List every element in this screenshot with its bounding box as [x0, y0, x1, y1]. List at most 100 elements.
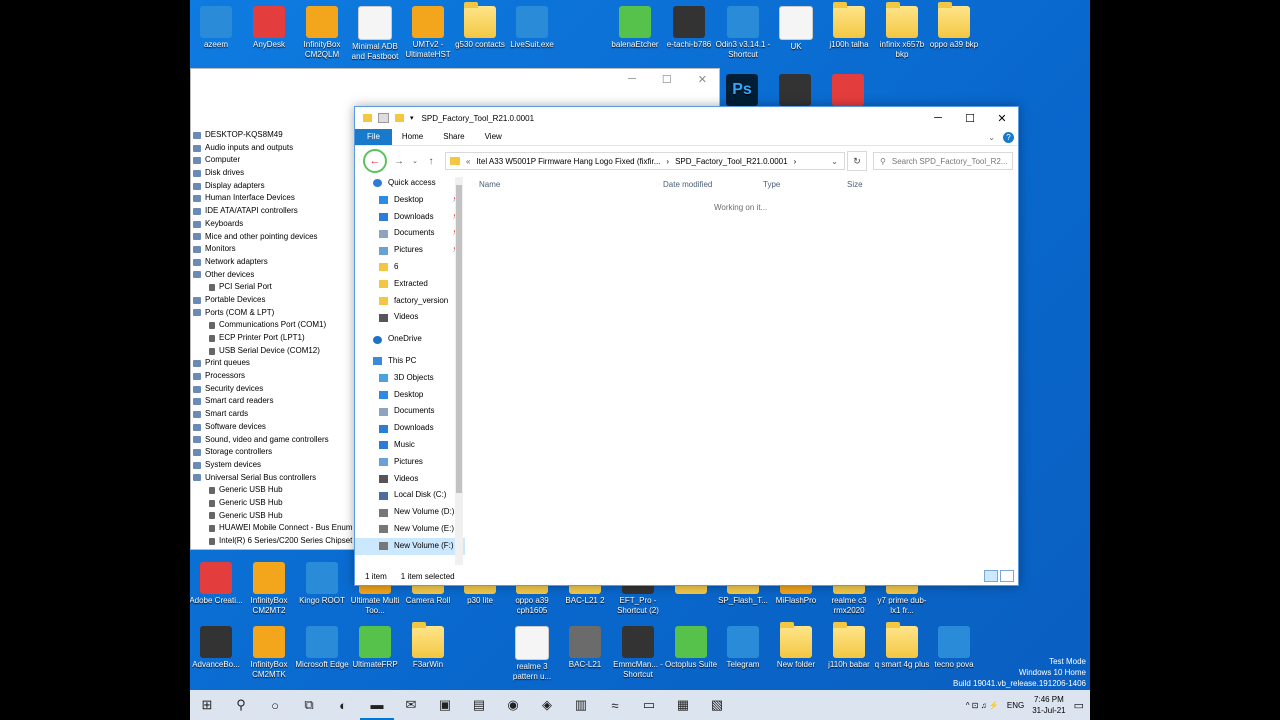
- column-name[interactable]: Name: [469, 180, 653, 189]
- address-bar[interactable]: « Itel A33 W5001P Firmware Hang Logo Fix…: [445, 152, 845, 170]
- desktop-icon[interactable]: AdvanceBo...: [190, 626, 244, 670]
- help-icon[interactable]: ?: [1003, 131, 1014, 143]
- breadcrumb-separator[interactable]: ›: [666, 157, 669, 166]
- device-item[interactable]: Communications Port (COM1): [193, 319, 361, 332]
- address-dropdown-icon[interactable]: ⌄: [831, 157, 838, 166]
- desktop-icon[interactable]: realme 3 pattern u...: [504, 626, 560, 682]
- refresh-button[interactable]: ↻: [847, 151, 867, 171]
- nav-item-extracted[interactable]: Extracted: [355, 276, 465, 293]
- up-button[interactable]: ↑: [423, 156, 439, 167]
- cortana-button[interactable]: ○: [258, 690, 292, 720]
- nav-item-new-volume-d[interactable]: New Volume (D:): [355, 504, 465, 521]
- tab-view[interactable]: View: [475, 129, 512, 145]
- desktop-icon[interactable]: Odin3 v3.14.1 - Shortcut: [715, 6, 771, 60]
- breadcrumb-separator[interactable]: ›: [794, 157, 797, 166]
- nav-item-3d-objects[interactable]: 3D Objects: [355, 370, 465, 387]
- device-category[interactable]: Display adapters: [193, 180, 361, 193]
- column-date-modified[interactable]: Date modified: [653, 180, 753, 189]
- device-category[interactable]: Software devices: [193, 421, 361, 434]
- maximize-button[interactable]: ☐: [954, 112, 986, 125]
- nav-item-pictures[interactable]: Pictures: [355, 454, 465, 471]
- desktop-icon[interactable]: LiveSuit.exe: [504, 6, 560, 50]
- device-category[interactable]: Storage controllers: [193, 446, 361, 459]
- desktop-icon[interactable]: j100h talha: [821, 2, 877, 50]
- minimize-button[interactable]: ─: [922, 112, 954, 125]
- device-item[interactable]: ECP Printer Port (LPT1): [193, 332, 361, 345]
- properties-icon[interactable]: [378, 113, 389, 123]
- device-category[interactable]: Security devices: [193, 383, 361, 396]
- minimize-button[interactable]: ─: [628, 73, 636, 85]
- device-category[interactable]: IDE ATA/ATAPI controllers: [193, 205, 361, 218]
- device-category[interactable]: System devices: [193, 459, 361, 472]
- device-item[interactable]: Intel(R) 6 Series/C200 Series Chipset: [193, 535, 361, 548]
- desktop-icon[interactable]: azeem: [190, 6, 244, 50]
- nav-item-new-volume-f[interactable]: New Volume (F:): [355, 537, 465, 555]
- nav-item-videos[interactable]: Videos: [355, 309, 465, 326]
- nav-item-desktop[interactable]: Desktop: [355, 387, 465, 404]
- recent-locations-button[interactable]: ⌄: [407, 157, 423, 165]
- desktop-icon[interactable]: oppo a39 bkp: [926, 2, 982, 50]
- desktop-icon[interactable]: InfinityBox CM2MT2: [241, 562, 297, 616]
- device-category[interactable]: Monitors: [193, 243, 361, 256]
- desktop-icon[interactable]: Ps: [714, 74, 770, 108]
- device-category[interactable]: Sound, video and game controllers: [193, 434, 361, 447]
- chevron-down-icon[interactable]: ▾: [410, 114, 414, 122]
- nav-item-videos[interactable]: Videos: [355, 471, 465, 488]
- desktop-icon[interactable]: Kingo ROOT: [294, 562, 350, 606]
- app4-taskbar-button[interactable]: ≈: [598, 690, 632, 720]
- device-item[interactable]: Generic USB Hub: [193, 484, 361, 497]
- clock[interactable]: 7:46 PM 31-Jul-21: [1032, 694, 1065, 716]
- desktop-icon[interactable]: [820, 74, 876, 108]
- mail-taskbar-button[interactable]: ✉: [394, 690, 428, 720]
- edge-taskbar-button[interactable]: ◐: [326, 690, 360, 720]
- address-overflow[interactable]: «: [466, 157, 470, 166]
- desktop-icon[interactable]: [767, 74, 823, 108]
- breadcrumb-current[interactable]: SPD_Factory_Tool_R21.0.0001: [675, 157, 788, 166]
- desktop-icon[interactable]: Minimal ADB and Fastboot: [347, 6, 403, 62]
- nav-item-pictures[interactable]: Pictures📌: [355, 242, 465, 259]
- device-item[interactable]: Generic USB Hub: [193, 497, 361, 510]
- computer-node[interactable]: DESKTOP-KQS8M49: [193, 129, 361, 142]
- desktop-icon[interactable]: infinix x657b bkp: [874, 2, 930, 60]
- details-view-button[interactable]: [984, 570, 998, 582]
- start-button[interactable]: ⊞: [190, 690, 224, 720]
- app2-taskbar-button[interactable]: ◈: [530, 690, 564, 720]
- desktop-icon[interactable]: F3arWin: [400, 622, 456, 670]
- device-category[interactable]: Ports (COM & LPT): [193, 307, 361, 320]
- desktop-icon[interactable]: InfinityBox CM2MTK: [241, 626, 297, 680]
- device-category[interactable]: Processors: [193, 370, 361, 383]
- device-category[interactable]: Human Interface Devices: [193, 192, 361, 205]
- desktop-icon[interactable]: New folder: [768, 622, 824, 670]
- nav-item-new-volume-e[interactable]: New Volume (E:): [355, 521, 465, 538]
- device-category[interactable]: Portable Devices: [193, 294, 361, 307]
- nav-item-documents[interactable]: Documents: [355, 403, 465, 420]
- task-view-button[interactable]: ⧉: [292, 690, 326, 720]
- desktop-icon[interactable]: UltimateFRP: [347, 626, 403, 670]
- nav-item-local-disk-c[interactable]: Local Disk (C:): [355, 487, 465, 504]
- desktop-icon[interactable]: j110h babar: [821, 622, 877, 670]
- column-type[interactable]: Type: [753, 180, 837, 189]
- breadcrumb-parent[interactable]: Itel A33 W5001P Firmware Hang Logo Fixed…: [476, 157, 660, 166]
- tray-icons[interactable]: ^ ⊡ ♫ ⚡: [966, 701, 999, 710]
- store-taskbar-button[interactable]: ▣: [428, 690, 462, 720]
- app-taskbar-button[interactable]: ▤: [462, 690, 496, 720]
- device-category[interactable]: Other devices: [193, 269, 361, 282]
- nav-item-downloads[interactable]: Downloads📌: [355, 209, 465, 226]
- device-category[interactable]: Smart cards: [193, 408, 361, 421]
- device-category[interactable]: Smart card readers: [193, 395, 361, 408]
- notifications-icon[interactable]: ▭: [1074, 699, 1084, 712]
- desktop-icon[interactable]: Telegram: [715, 626, 771, 670]
- desktop-icon[interactable]: BAC-L21: [557, 626, 613, 670]
- desktop-icon[interactable]: q smart 4g plus: [874, 622, 930, 670]
- device-category[interactable]: Computer: [193, 154, 361, 167]
- desktop-icon[interactable]: balenaEtcher: [607, 6, 663, 50]
- app3-taskbar-button[interactable]: ▥: [564, 690, 598, 720]
- device-category[interactable]: Mice and other pointing devices: [193, 231, 361, 244]
- nav-item-documents[interactable]: Documents📌: [355, 225, 465, 242]
- new-folder-icon[interactable]: [395, 114, 404, 122]
- nav-item-quick-access[interactable]: Quick access: [355, 175, 465, 192]
- search-input[interactable]: ⚲ Search SPD_Factory_Tool_R2...: [873, 152, 1013, 170]
- tab-file[interactable]: File: [355, 129, 392, 145]
- close-button[interactable]: ✕: [986, 112, 1018, 125]
- device-category[interactable]: Keyboards: [193, 218, 361, 231]
